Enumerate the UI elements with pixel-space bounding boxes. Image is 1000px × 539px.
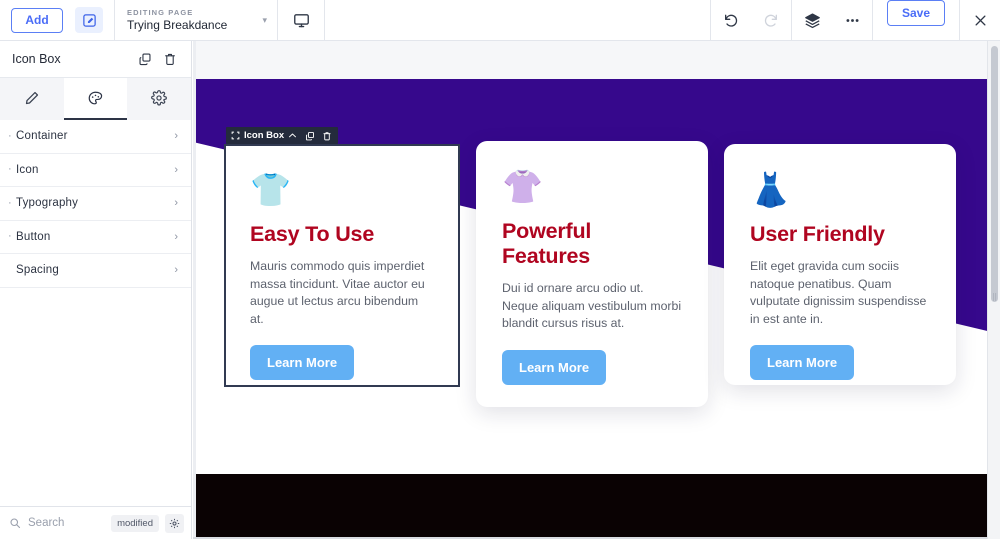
page-selector[interactable]: EDITING PAGE Trying Breakdance ▾ bbox=[115, 0, 277, 40]
sidebar-tabs bbox=[0, 78, 191, 120]
page-kicker: EDITING PAGE bbox=[127, 7, 194, 17]
page-name: Trying Breakdance bbox=[127, 17, 228, 32]
trash-bin-icon[interactable] bbox=[163, 52, 177, 66]
undo-button[interactable] bbox=[711, 0, 751, 40]
chevron-up-icon[interactable] bbox=[288, 131, 297, 140]
canvas-left-edge bbox=[193, 41, 196, 539]
top-toolbar: Add EDITING PAGE Trying Breakdance ▾ Sav… bbox=[0, 0, 1000, 41]
toolbar-divider bbox=[872, 0, 873, 40]
learn-more-button[interactable]: Learn More bbox=[750, 345, 855, 380]
sidebar-footer: Search modified bbox=[0, 506, 191, 539]
scrollbar-grip-icon: ⣿ bbox=[992, 294, 998, 301]
edit-square-icon[interactable] bbox=[75, 7, 103, 33]
card-title: Powerful Features bbox=[502, 219, 592, 268]
desktop-monitor-icon bbox=[293, 12, 310, 29]
modified-dot: · bbox=[8, 196, 12, 209]
selected-element-label: Icon Box bbox=[244, 130, 285, 141]
card-body-text: Mauris commodo quis imperdiet massa tinc… bbox=[250, 259, 425, 326]
redo-button[interactable] bbox=[751, 0, 791, 40]
pencil-icon bbox=[24, 90, 40, 106]
search-magnifier-icon bbox=[9, 517, 21, 529]
chevron-down-icon[interactable]: ▾ bbox=[262, 15, 267, 26]
sidebar-item-container[interactable]: · Container › bbox=[0, 120, 191, 154]
more-options-button[interactable] bbox=[832, 0, 872, 40]
modified-dot: · bbox=[8, 230, 12, 243]
undo-arrow-icon bbox=[723, 12, 739, 28]
status-badge[interactable]: modified bbox=[111, 514, 159, 532]
tab-style[interactable] bbox=[63, 78, 128, 120]
gear-icon bbox=[151, 90, 168, 106]
redo-arrow-icon bbox=[763, 12, 779, 28]
chevron-right-icon: › bbox=[174, 230, 178, 243]
gear-icon bbox=[169, 518, 180, 529]
trash-bin-icon[interactable] bbox=[322, 131, 332, 141]
sidebar-item-button[interactable]: · Button › bbox=[0, 221, 191, 254]
save-button[interactable]: Save bbox=[887, 0, 945, 26]
baby-bodysuit-icon: 👕 bbox=[250, 171, 292, 208]
page-footer-band bbox=[193, 474, 1000, 538]
icon-box-card-3[interactable]: 👗 User Friendly Elit eget gravida cum so… bbox=[724, 144, 956, 385]
sidebar-item-label: Container bbox=[16, 130, 68, 143]
sidebar-item-label: Icon bbox=[16, 163, 39, 176]
sidebar-accordion-list: · Container › · Icon › · Typography › · … bbox=[0, 120, 191, 506]
sidebar-item-spacing[interactable]: Spacing › bbox=[0, 254, 191, 288]
chevron-right-icon: › bbox=[174, 264, 178, 277]
red-overalls-icon: 👚 bbox=[502, 168, 544, 205]
tab-settings[interactable] bbox=[127, 78, 191, 120]
page-selector-text: EDITING PAGE Trying Breakdance bbox=[127, 8, 248, 33]
device-preview-button[interactable] bbox=[278, 0, 324, 40]
modified-dot: · bbox=[8, 163, 12, 176]
footer-settings-button[interactable] bbox=[165, 513, 184, 533]
sidebar-item-label: Button bbox=[16, 230, 51, 243]
modified-dot: · bbox=[8, 129, 12, 142]
canvas-scrollbar[interactable]: ⣿ bbox=[987, 41, 1000, 539]
scrollbar-thumb[interactable] bbox=[991, 46, 998, 302]
sidebar-header: Icon Box bbox=[0, 41, 191, 78]
learn-more-button[interactable]: Learn More bbox=[250, 345, 355, 380]
sidebar-element-title: Icon Box bbox=[12, 52, 61, 66]
duplicate-copy-icon[interactable] bbox=[138, 52, 152, 66]
settings-sidebar: Icon Box · Container › · Icon › · Typogr… bbox=[0, 41, 192, 539]
chevron-right-icon: › bbox=[174, 197, 178, 210]
chevron-right-icon: › bbox=[174, 130, 178, 143]
search-placeholder: Search bbox=[28, 517, 65, 529]
card-body-text: Dui id ornare arcu odio ut. Neque aliqua… bbox=[502, 281, 682, 330]
sidebar-item-icon[interactable]: · Icon › bbox=[0, 154, 191, 187]
close-x-icon bbox=[973, 13, 988, 28]
yellow-dress-icon: 👗 bbox=[750, 171, 792, 208]
sidebar-item-typography[interactable]: · Typography › bbox=[0, 187, 191, 221]
more-ellipsis-icon bbox=[844, 12, 861, 29]
sidebar-item-label: Typography bbox=[16, 197, 79, 210]
close-button[interactable] bbox=[960, 0, 1000, 40]
duplicate-copy-icon[interactable] bbox=[305, 131, 315, 141]
card-body-text: Elit eget gravida cum sociis natoque pen… bbox=[750, 259, 927, 326]
search-input[interactable]: Search bbox=[9, 517, 111, 529]
palette-icon bbox=[87, 90, 104, 107]
toolbar-left-group: Add bbox=[0, 0, 114, 40]
icon-box-cards-row: 👕 Easy To Use Mauris commodo quis imperd… bbox=[193, 41, 1000, 539]
chevron-right-icon: › bbox=[174, 163, 178, 176]
page-canvas[interactable]: 👕 Easy To Use Mauris commodo quis imperd… bbox=[193, 41, 1000, 539]
icon-box-card-1[interactable]: 👕 Easy To Use Mauris commodo quis imperd… bbox=[224, 144, 460, 387]
card-title: User Friendly bbox=[750, 222, 885, 246]
card-title: Easy To Use bbox=[250, 222, 375, 246]
move-drag-icon[interactable] bbox=[231, 131, 240, 140]
selected-element-toolbar: Icon Box bbox=[226, 127, 339, 144]
learn-more-button[interactable]: Learn More bbox=[502, 349, 607, 385]
layers-button[interactable] bbox=[792, 0, 832, 40]
add-button[interactable]: Add bbox=[11, 7, 63, 33]
icon-box-card-2[interactable]: 👚 Powerful Features Dui id ornare arcu o… bbox=[476, 141, 708, 407]
sidebar-item-label: Spacing bbox=[16, 264, 59, 277]
tab-content[interactable] bbox=[0, 78, 64, 120]
layers-stack-icon bbox=[804, 12, 821, 29]
